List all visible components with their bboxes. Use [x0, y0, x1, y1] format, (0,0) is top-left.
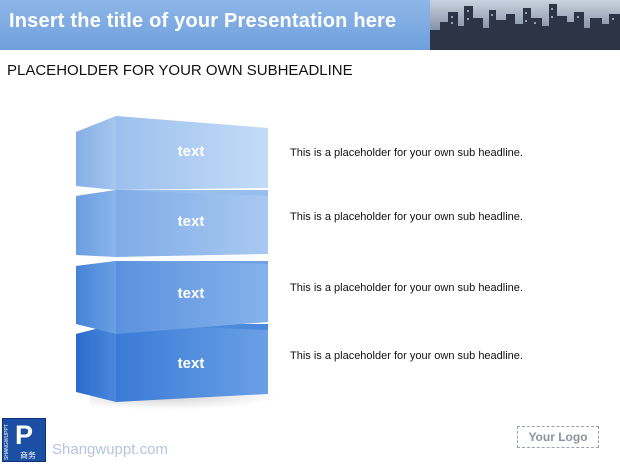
brand-url: Shangwuppt.com — [52, 441, 168, 458]
block-label-4: text — [177, 355, 205, 372]
logo-placeholder: Your Logo — [517, 426, 599, 448]
block-label-1: text — [177, 143, 205, 160]
brand-vertical-text: SHANGWUPPT — [4, 424, 10, 460]
block-label-3: text — [177, 285, 205, 302]
block-label-2: text — [177, 213, 205, 230]
block-description-3: This is a placeholder for your own sub h… — [290, 282, 523, 294]
brand-chinese-text: 商务 — [20, 451, 36, 460]
brand-logo: SHANGWUPPT P 商务 — [2, 418, 46, 462]
block-description-1: This is a placeholder for your own sub h… — [290, 147, 523, 159]
brand-letter: P — [15, 420, 34, 450]
block-description-2: This is a placeholder for your own sub h… — [290, 211, 523, 223]
stacked-blocks-graphic — [76, 116, 268, 402]
block-description-4: This is a placeholder for your own sub h… — [290, 350, 523, 362]
